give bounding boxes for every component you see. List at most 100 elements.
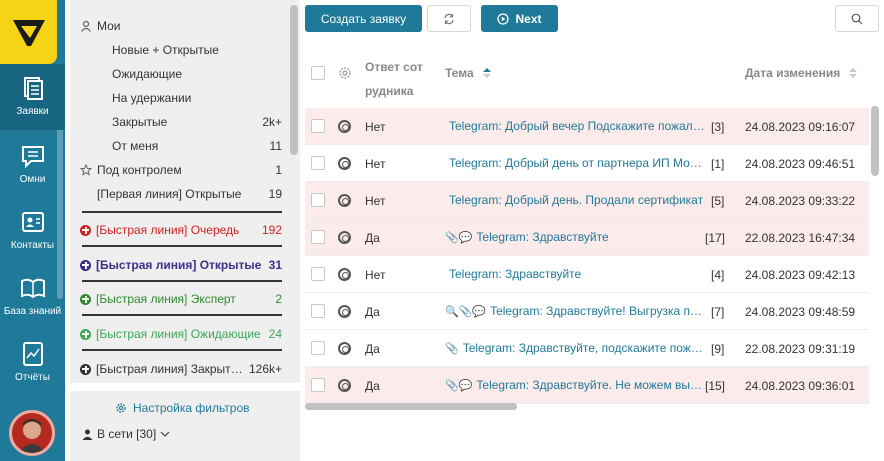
queue-count: 24	[268, 327, 282, 341]
rail-item-tickets[interactable]: Заявки	[0, 64, 65, 130]
table-row[interactable]: Да 📎💬 Telegram: Здравствуйте. Не можем в…	[305, 367, 869, 404]
filter-panel: Мои Новые + Открытые Ожидающие На удержа…	[70, 0, 300, 383]
filter-divider	[82, 211, 282, 213]
rail-label: Отчёты	[15, 372, 50, 383]
row-checkbox[interactable]	[311, 267, 325, 281]
create-ticket-button[interactable]: Создать заявку	[305, 5, 422, 32]
ticket-topic-link[interactable]: Telegram: Добрый день. Продали сертифика…	[449, 182, 705, 219]
rail-label: Заявки	[16, 106, 49, 117]
ticket-topic-link[interactable]: Telegram: Добрый вечер Подскажите пожалу…	[449, 108, 705, 145]
filter-item[interactable]: На удержании	[112, 86, 282, 110]
table-row[interactable]: Нет Telegram: Добрый день от партнера ИП…	[305, 145, 869, 182]
filter-footer: Настройка фильтров В сети [30]	[70, 391, 300, 461]
row-checkbox[interactable]	[311, 193, 325, 207]
table-row[interactable]: Да 🔍📎💬 Telegram: Здравствуйте! Выгрузка …	[305, 293, 869, 330]
lifebuoy-icon	[338, 305, 351, 318]
rail-item-contacts[interactable]: Контакты	[0, 198, 65, 264]
filter-item-first-line[interactable]: [Первая линия] Открытые 19	[97, 182, 282, 206]
lifebuoy-icon	[338, 120, 351, 133]
queue-item[interactable]: [Быстрая линия] Очередь 192	[80, 218, 282, 242]
queue-count: 31	[268, 258, 282, 272]
date-cell: 24.08.2023 09:36:01	[745, 378, 856, 393]
filter-divider	[82, 314, 282, 316]
message-count: [15]	[705, 378, 726, 393]
message-count: [5]	[711, 193, 725, 208]
filter-divider	[82, 349, 282, 351]
filter-group-mine[interactable]: Мои	[80, 14, 292, 38]
filter-item-count: 19	[268, 187, 282, 201]
table-row[interactable]: Да 📎💬 Telegram: Здравствуйте [17] 22.08.…	[305, 219, 869, 256]
ticket-topic-link[interactable]: Telegram: Здравствуйте, подскажите пожал…	[463, 330, 705, 367]
column-header-reply[interactable]: Ответ сот рудника	[365, 55, 423, 103]
filter-item[interactable]: Ожидающие	[112, 62, 282, 86]
ticket-topic-link[interactable]: Telegram: Здравствуйте. Не можем выгрузи…	[476, 367, 705, 404]
filter-item[interactable]: Новые + Открытые	[112, 38, 282, 62]
message-count: [1]	[711, 156, 725, 171]
row-checkbox[interactable]	[311, 230, 325, 244]
date-cell: 24.08.2023 09:46:51	[745, 156, 856, 171]
column-header-reply-line1: Ответ сот	[365, 60, 423, 74]
table-row[interactable]: Нет Telegram: Добрый вечер Подскажите по…	[305, 108, 869, 145]
table-row[interactable]: Да 📎 Telegram: Здравствуйте, подскажите …	[305, 330, 869, 367]
row-checkbox[interactable]	[311, 341, 325, 355]
user-icon	[81, 20, 91, 32]
select-all-checkbox[interactable]	[311, 66, 325, 80]
app-logo[interactable]	[0, 0, 57, 64]
filter-item[interactable]: От меня 11	[112, 134, 282, 158]
rail-item-reports[interactable]: Отчёты	[0, 330, 65, 396]
queue-label: [Быстрая линия] Очередь	[96, 223, 240, 237]
user-avatar[interactable]	[9, 410, 55, 456]
filter-item-count: 11	[269, 139, 282, 153]
filter-settings-link[interactable]: Настройка фильтров	[115, 401, 250, 415]
filter-divider	[82, 280, 282, 282]
next-button[interactable]: Next	[481, 5, 558, 32]
plus-circle-icon	[80, 259, 91, 271]
column-header-topic[interactable]: Тема	[445, 66, 492, 80]
filter-settings-label: Настройка фильтров	[133, 401, 250, 415]
queue-item[interactable]: [Быстрая линия] Открытые 31	[80, 253, 282, 277]
reply-cell: Да	[365, 304, 380, 319]
app-rail: Заявки Омни Контакты База знаний Отчёты	[0, 0, 65, 461]
reply-cell: Да	[365, 378, 380, 393]
row-checkbox[interactable]	[311, 119, 325, 133]
filter-item[interactable]: Закрытые 2k+	[112, 110, 282, 134]
reply-cell: Нет	[365, 119, 386, 134]
reply-cell: Нет	[365, 193, 386, 208]
message-count: [4]	[711, 267, 725, 282]
create-ticket-label: Создать заявку	[320, 11, 407, 26]
table-vertical-scrollbar[interactable]	[871, 106, 879, 176]
column-header-date[interactable]: Дата изменения	[745, 66, 858, 80]
online-status-dropdown[interactable]: В сети [30]	[82, 427, 170, 441]
search-button[interactable]	[835, 5, 879, 32]
attachment-icons: 📎💬	[445, 380, 473, 392]
ticket-topic-link[interactable]: Telegram: Добрый день от партнера ИП Мои…	[449, 145, 705, 182]
ticket-topic-link[interactable]: Telegram: Здравствуйте	[449, 256, 705, 293]
queue-item[interactable]: [Быстрая линия] Закрытые 126k+	[80, 357, 282, 381]
table-horizontal-scrollbar[interactable]	[305, 403, 517, 410]
column-header-date-label: Дата изменения	[745, 66, 841, 80]
filter-item-count: 2k+	[262, 115, 282, 129]
date-cell: 22.08.2023 09:31:19	[745, 341, 856, 356]
gear-icon	[116, 403, 126, 413]
date-cell: 22.08.2023 16:47:34	[745, 230, 856, 245]
rail-item-knowledge-base[interactable]: База знаний	[0, 264, 65, 330]
queue-item[interactable]: [Быстрая линия] Ожидающие 24	[80, 322, 282, 346]
filter-item-count: 1	[275, 163, 282, 177]
lifebuoy-icon	[338, 194, 351, 207]
ticket-topic-link[interactable]: Telegram: Здравствуйте	[476, 219, 705, 256]
table-row[interactable]: Нет Telegram: Добрый день. Продали серти…	[305, 182, 869, 219]
ticket-topic-link[interactable]: Telegram: Здравствуйте! Выгрузка продаж	[490, 293, 705, 330]
queue-count: 192	[261, 223, 282, 237]
filter-scrollbar[interactable]	[290, 5, 298, 155]
queue-item[interactable]: [Быстрая линия] Эксперт 2	[80, 287, 282, 311]
row-checkbox[interactable]	[311, 156, 325, 170]
rail-item-omni[interactable]: Омни	[0, 132, 65, 198]
filter-item-control[interactable]: Под контролем 1	[80, 158, 282, 182]
row-checkbox[interactable]	[311, 378, 325, 392]
filter-item-label: Ожидающие	[112, 67, 182, 81]
settings-gear-icon[interactable]	[338, 66, 352, 80]
table-row[interactable]: Нет Telegram: Здравствуйте [4] 24.08.202…	[305, 256, 869, 293]
queue-count: 2	[275, 292, 282, 306]
row-checkbox[interactable]	[311, 304, 325, 318]
refresh-button[interactable]	[427, 5, 471, 32]
